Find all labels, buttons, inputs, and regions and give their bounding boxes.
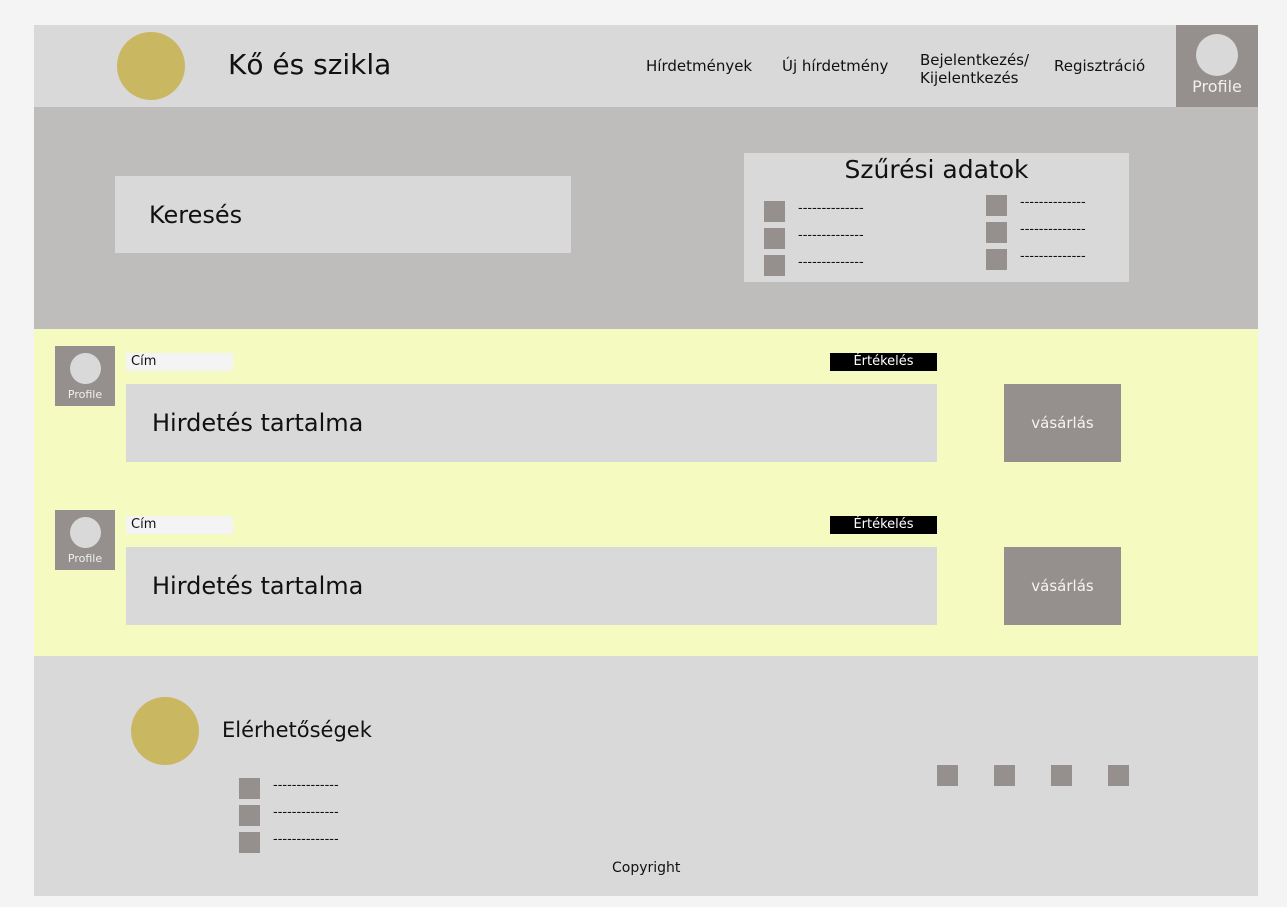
ad-rating[interactable]: Értékelés bbox=[830, 516, 937, 534]
filter-checkbox[interactable] bbox=[986, 249, 1007, 270]
filter-checkbox[interactable] bbox=[764, 201, 785, 222]
filter-option: -------------- bbox=[1020, 222, 1086, 237]
social-icon[interactable] bbox=[1108, 765, 1129, 786]
filter-option: -------------- bbox=[798, 228, 864, 243]
avatar bbox=[69, 353, 101, 384]
copyright: Copyright bbox=[612, 860, 681, 876]
profile-label: Profile bbox=[1192, 77, 1242, 96]
profile-label: Profile bbox=[67, 388, 103, 401]
ad-title: Cím bbox=[126, 516, 233, 534]
social-icon[interactable] bbox=[994, 765, 1015, 786]
ad-rating[interactable]: Értékelés bbox=[830, 353, 937, 371]
avatar bbox=[69, 517, 101, 548]
filter-checkbox[interactable] bbox=[986, 195, 1007, 216]
filter-title: Szűrési adatok bbox=[844, 155, 1029, 184]
ad-profile[interactable]: Profile bbox=[55, 346, 115, 406]
contact-icon bbox=[239, 832, 260, 853]
filter-checkbox[interactable] bbox=[764, 255, 785, 276]
contact-icon bbox=[239, 778, 260, 799]
filter-option: -------------- bbox=[798, 201, 864, 216]
site-title: Kő és szikla bbox=[228, 48, 392, 81]
profile-label: Profile bbox=[67, 552, 103, 565]
nav-login[interactable]: Bejelentkezés/ Kijelentkezés bbox=[920, 51, 1029, 87]
header-profile-button[interactable]: Profile bbox=[1176, 25, 1258, 107]
ad-content: Hirdetés tartalma bbox=[126, 547, 937, 625]
search-input[interactable]: Keresés bbox=[115, 176, 571, 253]
ad-content-text: Hirdetés tartalma bbox=[152, 572, 364, 600]
footer-logo bbox=[131, 697, 199, 765]
logo[interactable] bbox=[117, 32, 185, 100]
contact-item: -------------- bbox=[273, 832, 339, 847]
avatar bbox=[1196, 34, 1238, 76]
filter-option: -------------- bbox=[1020, 195, 1086, 210]
nav-new-ad[interactable]: Új hírdetmény bbox=[782, 57, 888, 75]
filter-option: -------------- bbox=[1020, 249, 1086, 264]
nav-register[interactable]: Regisztráció bbox=[1054, 57, 1145, 75]
contact-icon bbox=[239, 805, 260, 826]
contacts-title: Elérhetőségek bbox=[222, 718, 372, 742]
contact-item: -------------- bbox=[273, 805, 339, 820]
social-icon[interactable] bbox=[937, 765, 958, 786]
nav-ads[interactable]: Hírdetmények bbox=[646, 57, 752, 75]
filter-checkbox[interactable] bbox=[764, 228, 785, 249]
contact-item: -------------- bbox=[273, 778, 339, 793]
ad-profile[interactable]: Profile bbox=[55, 510, 115, 570]
filter-checkbox[interactable] bbox=[986, 222, 1007, 243]
filter-option: -------------- bbox=[798, 255, 864, 270]
buy-button[interactable]: vásárlás bbox=[1004, 384, 1121, 462]
ad-content: Hirdetés tartalma bbox=[126, 384, 937, 462]
buy-button[interactable]: vásárlás bbox=[1004, 547, 1121, 625]
ad-content-text: Hirdetés tartalma bbox=[152, 409, 364, 437]
ad-title: Cím bbox=[126, 353, 233, 371]
social-icon[interactable] bbox=[1051, 765, 1072, 786]
search-placeholder: Keresés bbox=[149, 200, 243, 229]
